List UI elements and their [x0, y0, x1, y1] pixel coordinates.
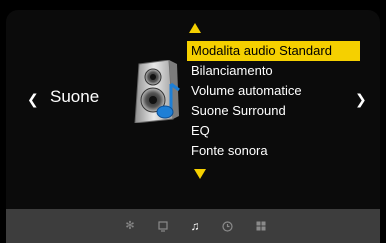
clock-icon[interactable] — [221, 220, 233, 232]
audio-menu-list: Modalita audio Standard Bilanciamento Vo… — [187, 41, 360, 161]
menu-item-eq[interactable]: EQ — [187, 121, 360, 141]
music-note-icon[interactable]: ♫ — [189, 220, 201, 232]
menu-item-surround[interactable]: Suone Surround — [187, 101, 360, 121]
picture-settings-icon[interactable]: ✻ — [124, 220, 136, 232]
screen-icon[interactable] — [157, 220, 169, 232]
menu-item-auto-volume[interactable]: Volume automatice — [187, 81, 360, 101]
scroll-down-icon[interactable] — [194, 169, 206, 179]
tv-osd-screen: ❮ Suone Modalita audio Standard Bilancia… — [0, 0, 386, 243]
category-tab-bar: ✻ ♫ — [6, 209, 380, 243]
next-category-icon[interactable]: ❯ — [355, 91, 367, 107]
menu-item-sound-source[interactable]: Fonte sonora — [187, 141, 360, 161]
scroll-up-icon[interactable] — [189, 23, 201, 33]
speaker-icon — [131, 59, 181, 124]
grid-icon[interactable] — [255, 220, 267, 232]
previous-category-icon[interactable]: ❮ — [27, 91, 39, 107]
category-title: Suone — [50, 87, 100, 106]
menu-item-audio-mode[interactable]: Modalita audio Standard — [187, 41, 360, 61]
menu-item-balance[interactable]: Bilanciamento — [187, 61, 360, 81]
